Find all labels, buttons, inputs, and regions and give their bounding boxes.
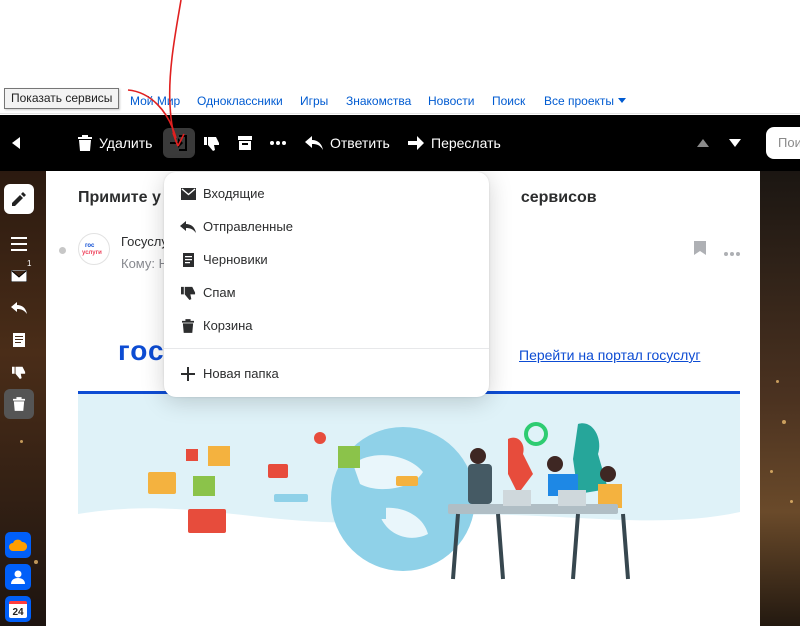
thumbs-down-icon — [204, 137, 219, 151]
mail-search-input[interactable]: Поис — [766, 127, 800, 159]
bookmark-button[interactable] — [694, 241, 706, 260]
sender-avatar: гос услуги — [78, 233, 110, 265]
compose-button[interactable] — [4, 184, 34, 214]
reply-icon — [11, 302, 27, 314]
read-status-dot[interactable] — [59, 247, 66, 254]
document-icon — [13, 333, 25, 347]
caret-down-icon — [729, 139, 741, 147]
portal-link-moimir[interactable]: Мой Мир — [130, 94, 180, 108]
menu-item-label: Входящие — [203, 186, 265, 201]
forward-label: Переслать — [431, 135, 501, 151]
pencil-icon — [12, 192, 26, 206]
envelope-icon — [178, 187, 198, 200]
reply-icon — [305, 136, 323, 150]
city-light — [776, 380, 779, 383]
menu-item-drafts[interactable]: Черновики — [164, 243, 489, 276]
more-horizontal-icon — [270, 141, 286, 145]
previous-email-button[interactable] — [697, 115, 709, 171]
bookmark-icon — [694, 241, 706, 255]
trash-icon — [13, 397, 25, 411]
mail-toolbar: Удалить Ответить Переслать — [0, 115, 800, 171]
forward-button[interactable]: Переслать — [408, 115, 501, 171]
archive-button[interactable] — [237, 115, 253, 171]
subject-start: Примите у — [78, 189, 161, 206]
portal-link-games[interactable]: Игры — [300, 94, 328, 108]
caret-up-icon — [697, 139, 709, 147]
thumbs-down-icon — [12, 366, 26, 379]
reply-button[interactable]: Ответить — [305, 115, 390, 171]
menu-item-inbox[interactable]: Входящие — [164, 177, 489, 210]
collapse-sidebar-button[interactable] — [12, 115, 22, 171]
inbox-unread-badge: 1 — [27, 259, 32, 268]
avatar-logo-top: гос — [85, 243, 95, 249]
spam-button[interactable] — [204, 115, 220, 171]
banner-illustration — [78, 422, 740, 626]
all-projects-label: Все проекты — [544, 94, 615, 108]
caret-left-icon — [12, 137, 20, 149]
more-actions-button[interactable] — [270, 115, 286, 171]
reply-icon — [178, 220, 198, 233]
portal-link-dating[interactable]: Знакомства — [346, 94, 411, 108]
delete-label: Удалить — [99, 135, 153, 151]
background-photo-right — [760, 171, 800, 626]
menu-item-new-folder[interactable]: Новая папка — [164, 357, 489, 390]
plus-icon — [178, 366, 198, 381]
trash-icon — [78, 135, 92, 151]
menu-item-sent[interactable]: Отправленные — [164, 210, 489, 243]
portal-link-odnoklassniki[interactable]: Одноклассники — [197, 94, 283, 108]
city-light — [770, 470, 773, 473]
subject-end: сервисов — [520, 189, 597, 206]
city-light — [782, 420, 786, 424]
chevron-down-icon — [618, 98, 627, 103]
menu-button[interactable] — [4, 229, 34, 259]
document-icon — [178, 252, 198, 267]
menu-item-trash[interactable]: Корзина — [164, 309, 489, 342]
menu-item-label: Спам — [203, 285, 236, 300]
sidebar-item-sent[interactable] — [4, 293, 34, 323]
more-horizontal-icon — [724, 252, 740, 256]
cloud-app-button[interactable] — [5, 532, 31, 558]
email-banner-illustration — [78, 394, 740, 626]
sidebar-item-spam[interactable] — [4, 357, 34, 387]
portal-link-all-projects[interactable]: Все проекты — [544, 94, 627, 108]
move-to-folder-button[interactable] — [163, 128, 195, 158]
calendar-app-button[interactable]: 24 — [5, 596, 31, 622]
recipient-line: Кому: Н — [121, 256, 168, 271]
hamburger-menu-icon — [11, 237, 27, 251]
move-to-folder-menu: Входящие Отправленные Черновики Спам Кор… — [164, 172, 489, 397]
menu-divider — [164, 348, 489, 349]
show-services-tooltip: Показать сервисы — [4, 88, 120, 109]
thumbs-down-icon — [178, 285, 198, 300]
gosuslugi-logo: гос — [118, 335, 165, 366]
gosuslugi-portal-link[interactable]: Перейти на портал госуслуг — [519, 347, 700, 363]
bookmarks-bar — [0, 62, 800, 138]
new-folder-label: Новая папка — [203, 366, 279, 381]
archive-icon — [238, 136, 252, 150]
contacts-app-button[interactable] — [5, 564, 31, 590]
trash-icon — [178, 318, 198, 333]
menu-item-spam[interactable]: Спам — [164, 276, 489, 309]
cloud-icon — [9, 539, 27, 551]
next-email-button[interactable] — [729, 115, 741, 171]
menu-item-label: Корзина — [203, 318, 253, 333]
sidebar-item-trash[interactable] — [4, 389, 34, 419]
menu-item-label: Черновики — [203, 252, 268, 267]
city-light — [790, 500, 793, 503]
sidebar-item-drafts[interactable] — [4, 325, 34, 355]
left-sidebar: 1 24 — [0, 171, 46, 626]
envelope-icon — [11, 270, 27, 282]
reply-label: Ответить — [330, 135, 390, 151]
sender-name[interactable]: Госуслу — [121, 234, 168, 249]
email-more-button[interactable] — [724, 243, 740, 261]
forward-arrow-icon — [408, 136, 424, 150]
portal-link-search[interactable]: Поиск — [492, 94, 525, 108]
avatar-logo-bottom: услуги — [82, 250, 102, 256]
portal-link-news[interactable]: Новости — [428, 94, 474, 108]
menu-item-label: Отправленные — [203, 219, 293, 234]
delete-button[interactable]: Удалить — [78, 115, 152, 171]
user-icon — [11, 570, 25, 584]
calendar-icon: 24 — [9, 600, 27, 618]
move-to-folder-icon — [170, 135, 187, 151]
